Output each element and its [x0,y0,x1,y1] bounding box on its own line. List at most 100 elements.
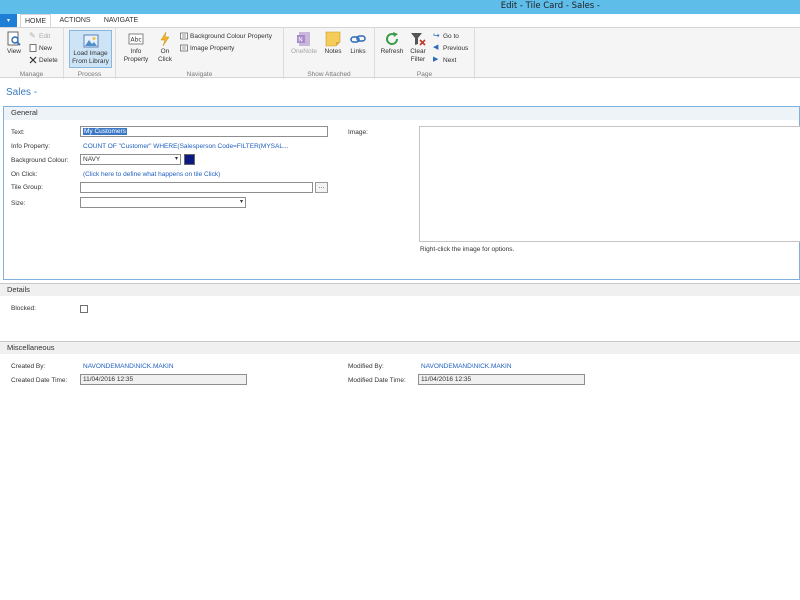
ribbon-group-process: Load Image From Library Process [64,28,116,79]
ribbon-group-page: Refresh Clear Filter ↪ Go to ◀ Previous ▶ N… [375,28,475,79]
onenote-button[interactable]: N OneNote [288,31,320,56]
background-colour-label: Background Colour: [11,157,69,164]
go-to-label: Go to [443,33,459,40]
created-date-field[interactable]: 11/04/2016 12:35 [80,374,247,385]
refresh-icon [386,32,399,45]
info-property-label-1: Info [130,48,142,55]
image-hint: Right-click the image for options. [420,246,515,253]
created-by-label: Created By: [11,363,46,370]
refresh-button[interactable]: Refresh [379,31,405,56]
links-label: Links [350,48,366,55]
load-image-label-2: From Library [72,57,109,65]
on-click-button[interactable]: On Click [154,31,176,63]
property-icon [180,44,188,52]
refresh-label: Refresh [380,48,404,55]
links-button[interactable]: Links [347,31,369,56]
go-to-arrow-icon: ↪ [433,31,440,41]
tile-group-lookup-button[interactable]: … [315,182,328,193]
pencil-icon: ✎ [29,31,36,41]
background-colour-select[interactable]: NAVY ▾ [80,154,181,165]
page-title: Sales - [6,87,38,98]
tab-navigate[interactable]: NAVIGATE [100,14,142,28]
app-menu-button[interactable]: ▾ [0,14,17,28]
ribbon-tab-bar: ▾ HOME ACTIONS NAVIGATE [0,14,800,28]
text-label: Text: [11,129,25,136]
image-label: Image: [348,129,368,136]
edit-button[interactable]: ✎ Edit [29,31,50,42]
process-group-label: Process [77,71,102,78]
image-property-button[interactable]: Image Property [180,43,234,54]
onenote-icon: N [297,32,310,46]
title-bar: Edit - Tile Card - Sales - [0,0,800,14]
blocked-checkbox[interactable] [80,305,88,313]
load-image-label-1: Load Image [73,50,108,57]
ribbon-group-navigate: Abc Info Property On Click Background Co… [116,28,284,79]
created-by-value[interactable]: NAVONDEMAND\NICK.MAKIN [83,363,174,370]
new-document-icon [29,44,37,53]
clear-filter-label-2: Filter [410,55,426,63]
svg-text:Abc: Abc [131,37,142,44]
manage-group-label: Manage [19,71,44,78]
abc-text-icon: Abc [128,33,144,45]
size-label: Size: [11,200,26,207]
new-button[interactable]: New [29,43,52,54]
info-property-label: Info Property: [11,143,51,150]
tile-group-label: Tile Group: [11,184,43,191]
view-icon [7,31,21,46]
delete-button[interactable]: Delete [29,55,58,66]
lightning-icon [160,31,170,47]
miscellaneous-header[interactable]: Miscellaneous [0,341,800,354]
show-attached-group-label: Show Attached [307,71,351,78]
previous-arrow-icon: ◀ [433,44,439,52]
chevron-down-icon: ▾ [239,199,243,205]
modified-by-value[interactable]: NAVONDEMAND\NICK.MAKIN [421,363,512,370]
tab-home[interactable]: HOME [20,14,51,28]
text-field-value: My Customers [83,128,127,135]
background-colour-value: NAVY [83,156,101,163]
on-click-link[interactable]: (Click here to define what happens on ti… [83,171,220,178]
notes-button[interactable]: Notes [322,31,344,56]
property-icon [180,32,188,40]
created-date-label: Created Date Time: [11,377,68,384]
modified-by-label: Modified By: [348,363,384,370]
new-label: New [39,45,53,52]
notes-icon [325,31,341,47]
tab-actions[interactable]: ACTIONS [55,14,95,28]
background-colour-property-button[interactable]: Background Colour Property [180,31,272,42]
info-property-label-2: Property [123,55,149,63]
background-colour-property-label: Background Colour Property [190,33,273,40]
info-property-button[interactable]: Abc Info Property [120,31,152,63]
clear-filter-icon [411,33,426,46]
info-property-value[interactable]: COUNT OF "Customer" WHERE(Salesperson Co… [83,143,288,150]
on-click-label: On Click: [11,171,38,178]
general-header[interactable]: General [4,107,799,120]
view-label: View [7,48,21,55]
svg-text:N: N [298,37,303,44]
modified-date-field[interactable]: 11/04/2016 12:35 [418,374,585,385]
modified-date-label: Modified Date Time: [348,377,406,384]
tile-group-field[interactable] [80,182,313,193]
colour-swatch [184,154,195,165]
chevron-down-icon: ▾ [174,156,178,162]
details-header[interactable]: Details [0,283,800,296]
ribbon-group-show-attached: N OneNote Notes Links Show Attached [284,28,375,79]
onenote-label: OneNote [290,48,318,55]
image-property-label: Image Property [190,45,235,52]
load-image-from-library-button[interactable]: Load Image From Library [69,30,112,68]
text-field[interactable]: My Customers [80,126,328,137]
notes-label: Notes [324,48,342,55]
on-click-label-2: Click [157,55,173,63]
clear-filter-label-1: Clear [410,48,426,55]
image-placeholder[interactable] [419,126,800,242]
next-button[interactable]: ▶ Next [433,55,456,66]
go-to-button[interactable]: ↪ Go to [433,31,459,42]
clear-filter-button[interactable]: Clear Filter [407,31,429,63]
delete-label: Delete [39,57,58,64]
size-select[interactable]: ▾ [80,197,246,208]
view-button[interactable]: View [4,31,24,56]
window-title: Edit - Tile Card - Sales - [500,1,600,11]
navigate-group-label: Navigate [186,71,213,78]
ribbon-group-manage: View ✎ Edit New Delete Manage [0,28,64,79]
previous-button[interactable]: ◀ Previous [433,43,468,54]
previous-label: Previous [443,45,469,52]
